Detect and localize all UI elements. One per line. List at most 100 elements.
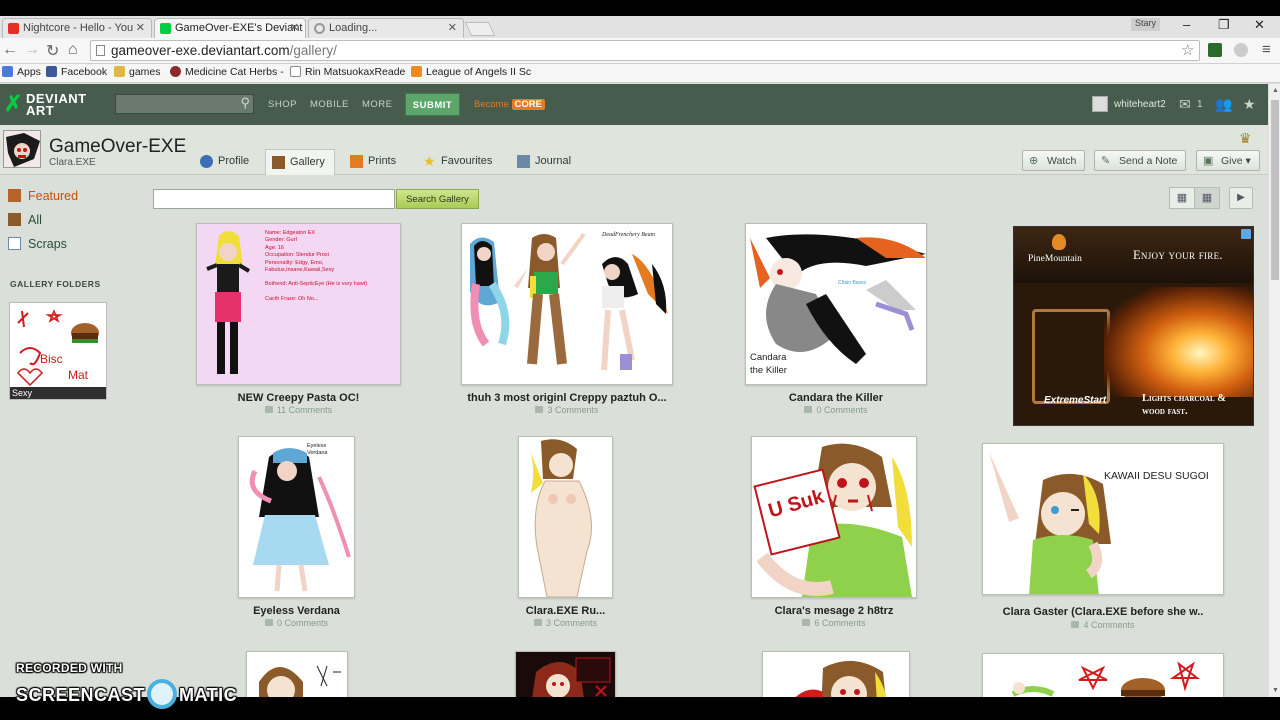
thumbnail-title[interactable]: Clara Gaster (Clara.EXE before she w.. <box>982 606 1224 618</box>
thumbnail-new-creepy-pasta-oc[interactable]: Name: Edgeaton EX Gender: Gurl Age: 16 O… <box>196 223 401 385</box>
journal-icon <box>517 155 530 168</box>
nav-shop[interactable]: SHOP <box>268 99 297 110</box>
favourites-star-icon[interactable]: ★ <box>1243 96 1256 113</box>
close-icon[interactable]: ✕ <box>136 21 145 34</box>
comments-count[interactable]: 6 Comments <box>751 618 917 628</box>
thumbnail-title[interactable]: Clara's mesage 2 h8trz <box>751 605 917 617</box>
thumbnail-claras-message[interactable]: U Suk <box>751 436 917 598</box>
thumbnail-clara-gaster[interactable]: KAWAII DESU SUGOI <box>982 443 1224 595</box>
scrollbar-thumb[interactable] <box>1271 100 1279 280</box>
profile-name[interactable]: GameOver-EXE <box>49 136 186 158</box>
adchoices-icon[interactable] <box>1241 229 1251 239</box>
browser-tab-deviantart[interactable]: GameOver-EXE's Deviant ✕ <box>154 18 306 38</box>
bookmark-games[interactable]: games <box>114 66 161 78</box>
bookmark-league-of-angels[interactable]: League of Angels II Sc <box>411 66 531 78</box>
bookmark-apps[interactable]: Apps <box>2 66 41 78</box>
gallery-search-input[interactable] <box>153 189 395 209</box>
profile-header: GameOver-EXE Clara.EXE Profile Gallery P… <box>0 125 1268 175</box>
folder-thumbnail-sexy[interactable]: Bisc Mat Sexy <box>9 302 107 400</box>
thumbnail-title[interactable]: thuh 3 most originl Creppy paztuh O... <box>461 392 673 404</box>
comments-count[interactable]: 3 Comments <box>461 405 673 415</box>
star-icon: ★ <box>423 153 436 169</box>
sidebar-item-label: Featured <box>28 189 79 203</box>
comments-count[interactable]: 3 Comments <box>518 618 613 628</box>
comments-count[interactable]: 0 Comments <box>238 618 355 628</box>
thumbnail-title[interactable]: Eyeless Verdana <box>238 605 355 617</box>
bookmark-rin[interactable]: Rin MatsuokaxReade <box>290 66 405 78</box>
thumbnail-clara-exe[interactable] <box>518 436 613 598</box>
view-small-grid-icon[interactable]: ▦ <box>1169 187 1195 209</box>
window-close-icon[interactable]: ✕ <box>1254 17 1265 33</box>
thumbnail-title[interactable]: Clara.EXE Ru... <box>518 605 613 617</box>
tab-prints[interactable]: Prints <box>344 149 405 175</box>
send-note-button[interactable]: ✎ Send a Note <box>1094 150 1187 171</box>
menu-icon[interactable]: ≡ <box>1262 41 1271 58</box>
tab-gallery[interactable]: Gallery <box>265 149 335 175</box>
nav-mobile[interactable]: MOBILE <box>310 99 349 110</box>
ad-tagline: Lights charcoal & wood fast. <box>1142 392 1226 418</box>
sidebar-item-scraps[interactable]: Scraps <box>8 237 67 251</box>
notes-envelope-icon[interactable]: ✉ <box>1179 96 1191 113</box>
advertisement[interactable]: PineMountain Enjoy your fire. ExtremeSta… <box>1013 226 1254 426</box>
bookmark-star-icon[interactable]: ☆ <box>1181 41 1194 59</box>
window-user-badge[interactable]: Stary <box>1131 18 1161 31</box>
sidebar-item-all[interactable]: All <box>8 213 42 227</box>
comments-count[interactable]: 0 Comments <box>745 405 927 415</box>
home-icon[interactable]: ⌂ <box>68 41 78 59</box>
comment-icon <box>1071 621 1080 628</box>
back-arrow-icon[interactable]: ← <box>2 41 18 59</box>
tab-favourites[interactable]: ★ Favourites <box>417 149 501 175</box>
profile-avatar[interactable] <box>3 130 41 168</box>
bookmark-medicine-cat[interactable]: Medicine Cat Herbs - <box>170 66 284 78</box>
sidebar-item-featured[interactable]: Featured <box>8 189 78 203</box>
page-scrollbar[interactable]: ▲ ▼ <box>1268 84 1280 697</box>
browser-tab-loading[interactable]: Loading... ✕ <box>308 18 464 38</box>
kawaii-text: KAWAII DESU SUGOI <box>1104 470 1209 482</box>
search-icon[interactable]: ⚲ <box>240 95 250 111</box>
caption-line: Eyeless <box>307 443 327 449</box>
new-tab-button[interactable] <box>464 22 496 36</box>
thumbnail-eyeless-verdana[interactable]: Eyeless Verdana <box>238 436 355 598</box>
close-icon[interactable]: ✕ <box>448 21 457 34</box>
search-gallery-button[interactable]: Search Gallery <box>396 189 479 209</box>
tab-profile[interactable]: Profile <box>194 149 258 175</box>
watchers-icon[interactable]: 👥 <box>1215 96 1232 113</box>
close-icon[interactable]: ✕ <box>290 21 299 34</box>
comments-label: 3 Comments <box>545 618 598 628</box>
thumbnail-title[interactable]: NEW Creepy Pasta OC! <box>196 392 401 404</box>
bookmark-facebook[interactable]: Facebook <box>46 66 107 78</box>
become-core-link[interactable]: Become CORE <box>474 99 545 110</box>
slideshow-play-icon[interactable]: ▶ <box>1229 187 1253 209</box>
comments-count[interactable]: 11 Comments <box>196 405 401 415</box>
thumbnail-three-creepypastas[interactable]: DeadFrenchery Beam <box>461 223 673 385</box>
view-large-grid-icon[interactable]: ▦ <box>1194 187 1220 209</box>
browser-tab-nightcore[interactable]: Nightcore - Hello - You ✕ <box>2 18 152 38</box>
tagline-line: Lights charcoal & <box>1142 393 1227 404</box>
button-label: Give <box>1221 155 1243 167</box>
scroll-down-icon[interactable]: ▼ <box>1272 687 1279 694</box>
submit-button[interactable]: SUBMIT <box>405 93 460 116</box>
site-search-input[interactable]: ⚲ <box>115 94 254 114</box>
watermark-line2: SCREENCAST MATIC <box>16 679 237 709</box>
watch-button[interactable]: ⊕ Watch <box>1022 150 1086 171</box>
reload-icon[interactable]: ↻ <box>46 41 59 61</box>
nav-more[interactable]: MORE <box>362 99 393 110</box>
scroll-up-icon[interactable]: ▲ <box>1272 87 1279 94</box>
comments-count[interactable]: 4 Comments <box>982 620 1224 630</box>
give-button[interactable]: ▣ Give ▾ <box>1196 150 1260 171</box>
thumbnail-candara-the-killer[interactable]: Chain Bases Candara the Killer <box>745 223 927 385</box>
clara-exe-art <box>527 439 592 597</box>
youtube-icon <box>8 23 19 34</box>
minimize-icon[interactable]: – <box>1183 17 1190 32</box>
gallery-folders-title: GALLERY FOLDERS <box>10 279 101 289</box>
maximize-icon[interactable]: ❐ <box>1218 17 1230 33</box>
address-bar[interactable]: gameover-exe.deviantart.com/gallery/ <box>90 40 1200 61</box>
tab-label: Profile <box>218 155 250 167</box>
thumbnail-title[interactable]: Candara the Killer <box>745 392 927 404</box>
oc-line: Cacth Fraze: Oh No... <box>265 295 319 302</box>
extension-icon[interactable] <box>1234 43 1248 57</box>
deviantart-logo[interactable]: ✗ DEVIANT ART <box>4 91 104 119</box>
tab-journal[interactable]: Journal <box>511 149 580 175</box>
forward-arrow-icon[interactable]: → <box>24 41 40 59</box>
extension-icon[interactable] <box>1208 43 1222 57</box>
